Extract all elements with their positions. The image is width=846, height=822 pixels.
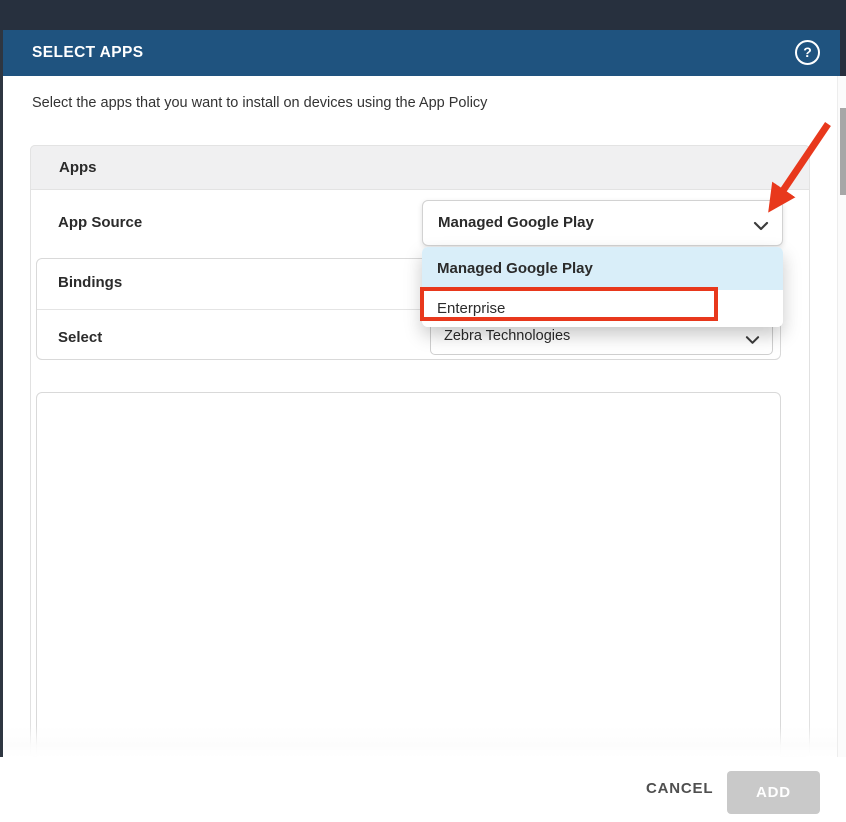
help-icon[interactable]: ? (795, 40, 820, 65)
dialog-header: SELECT APPS ? (3, 30, 840, 76)
apps-panel-header: Apps (30, 145, 810, 190)
dialog-subtitle: Select the apps that you want to install… (32, 95, 487, 111)
scrollbar-thumb[interactable] (840, 108, 846, 195)
apps-table-box (36, 392, 781, 758)
app-source-selected-value: Managed Google Play (438, 201, 594, 245)
add-button[interactable]: ADD (727, 771, 820, 814)
chevron-down-icon (745, 332, 760, 350)
scrollbar-track[interactable] (837, 76, 846, 757)
page-right-edge (840, 30, 846, 76)
dialog-footer: CANCEL ADD (3, 757, 846, 822)
dialog-title: SELECT APPS (32, 30, 144, 76)
select-apps-dialog: SELECT APPS ? Select the apps that you w… (0, 0, 846, 822)
cancel-button[interactable]: CANCEL (640, 779, 719, 798)
app-source-dropdown[interactable]: Managed Google Play (422, 200, 783, 246)
app-source-label: App Source (58, 214, 142, 231)
page-left-edge (0, 30, 3, 757)
apps-panel-title: Apps (59, 146, 97, 189)
bottom-fade-overlay (4, 726, 837, 758)
annotation-highlight-box (420, 287, 718, 321)
option-managed-google-play[interactable]: Managed Google Play (422, 247, 783, 290)
chevron-down-icon (753, 218, 769, 236)
page-top-bar (0, 0, 846, 30)
